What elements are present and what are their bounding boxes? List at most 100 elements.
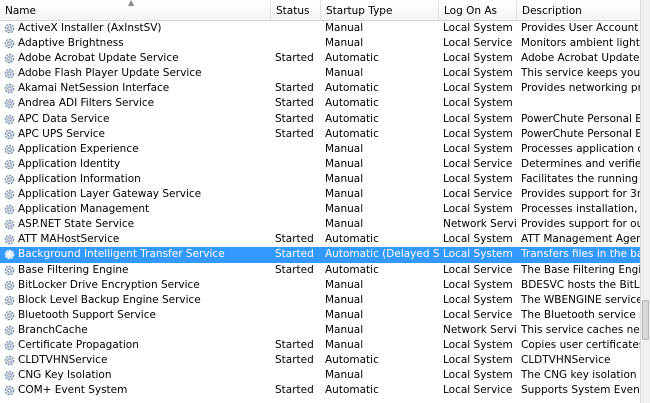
service-row[interactable]: BitLocker Drive Encryption Service Manual… (0, 278, 640, 293)
service-row[interactable]: Application Layer Gateway Service Manual L… (0, 187, 640, 202)
gear-icon (4, 159, 15, 170)
service-status (275, 308, 321, 323)
service-description: Provides support for out-of-pro (521, 218, 640, 231)
scrollbar-thumb[interactable] (642, 300, 649, 340)
service-row[interactable]: Application Management Manual Local System… (0, 202, 640, 217)
service-name: Application Experience (18, 142, 139, 155)
service-startup-type: Manual (325, 369, 364, 382)
service-row[interactable]: CLDTVHNService Started Automatic Local Syst… (0, 353, 640, 368)
service-log-on-as: Network Service (443, 218, 517, 231)
service-row[interactable]: Block Level Backup Engine Service Manual L… (0, 293, 640, 308)
service-name: Block Level Backup Engine Service (18, 293, 201, 306)
service-status (275, 293, 321, 308)
service-log-on-as: Local Service (443, 263, 513, 276)
service-name: Akamai NetSession Interface (18, 82, 170, 95)
service-log-on-as: Local System (443, 233, 513, 246)
service-row[interactable]: APC Data Service Started Automatic Local Sy… (0, 112, 640, 127)
service-log-on-as: Local System (443, 338, 513, 351)
service-row[interactable]: Adaptive Brightness Manual Local Service Mo… (0, 36, 640, 51)
service-startup-type: Automatic (325, 52, 379, 65)
services-list-view[interactable]: Name ▲ Status Startup Type Log On As Des… (0, 0, 640, 403)
vertical-scrollbar[interactable] (640, 0, 650, 403)
service-description: The Bluetooth service supports (521, 308, 640, 321)
service-row[interactable]: Application Identity Manual Local Service D… (0, 157, 640, 172)
service-row[interactable]: Adobe Acrobat Update Service Started Autom… (0, 51, 640, 66)
column-header-description[interactable]: Description (517, 0, 640, 20)
service-name: Andrea ADI Filters Service (18, 97, 155, 110)
service-row[interactable]: Certificate Propagation Started Manual Loca… (0, 338, 640, 353)
service-status (275, 36, 321, 51)
service-startup-type: Automatic (325, 354, 379, 367)
service-name: APC Data Service (18, 112, 110, 125)
service-row[interactable]: ASP.NET State Service Manual Network Servi… (0, 217, 640, 232)
service-status: Started (275, 263, 314, 276)
service-row[interactable]: Background Intelligent Transfer Service S… (0, 247, 640, 263)
service-name: COM+ Event System (18, 384, 128, 397)
service-startup-type: Manual (325, 22, 364, 34)
service-description: Provides support for 3rd party p (521, 188, 640, 201)
service-description: CLDTVHNService (521, 354, 611, 367)
column-header-startup-type[interactable]: Startup Type (321, 0, 439, 20)
service-name: BitLocker Drive Encryption Service (18, 278, 200, 291)
service-startup-type: Manual (325, 293, 364, 306)
service-row[interactable]: Andrea ADI Filters Service Started Automat… (0, 96, 640, 111)
column-header-description-label: Description (522, 5, 582, 17)
service-log-on-as: Local System (443, 112, 513, 125)
service-row[interactable]: Akamai NetSession Interface Started Automa… (0, 81, 640, 96)
service-name: BranchCache (18, 323, 88, 336)
service-name: Adobe Acrobat Update Service (18, 52, 179, 65)
service-description: Copies user certificates and roo (521, 338, 640, 351)
service-status: Started (275, 97, 314, 110)
service-row[interactable]: BranchCache Manual Network Service This ser… (0, 323, 640, 338)
service-row[interactable]: CNG Key Isolation Manual Local System The C… (0, 368, 640, 383)
column-header-log-on-as[interactable]: Log On As (439, 0, 517, 20)
service-row[interactable]: ATT MAHostService Started Automatic Local S… (0, 232, 640, 247)
service-status (275, 368, 321, 383)
column-header-name[interactable]: Name ▲ (0, 0, 271, 20)
service-name: CLDTVHNService (18, 354, 108, 367)
service-startup-type: Manual (325, 338, 364, 351)
service-log-on-as: Network Service (443, 323, 517, 336)
service-name: APC UPS Service (18, 127, 106, 140)
service-description: Provides User Account Control (521, 22, 640, 34)
service-status (275, 187, 321, 202)
service-row[interactable]: Base Filtering Engine Started Automatic Loc… (0, 263, 640, 278)
service-row[interactable]: Adobe Flash Player Update Service Manual L… (0, 66, 640, 81)
gear-icon (4, 99, 15, 109)
gear-icon (4, 250, 15, 260)
service-description: Supports System Event Notificat (521, 384, 640, 397)
gear-icon (4, 129, 15, 139)
service-status (275, 21, 321, 36)
service-name: Adaptive Brightness (18, 37, 124, 50)
service-startup-type: Manual (325, 172, 364, 185)
service-row[interactable]: Application Information Manual Local Syste… (0, 172, 640, 187)
service-log-on-as: Local System (443, 22, 513, 34)
service-log-on-as: Local System (443, 203, 513, 216)
service-row[interactable]: ActiveX Installer (AxInstSV) Manual Local … (0, 21, 640, 36)
gear-icon (4, 219, 15, 230)
service-row[interactable]: APC UPS Service Started Automatic Local Sys… (0, 127, 640, 142)
service-description: Provides networking protocol a (521, 82, 640, 95)
service-status: Started (275, 127, 314, 140)
gear-icon (4, 355, 15, 366)
service-row[interactable]: Bluetooth Support Service Manual Local Ser… (0, 308, 640, 323)
gear-icon (4, 38, 15, 49)
service-startup-type: Automatic (325, 233, 379, 246)
service-name: ActiveX Installer (AxInstSV) (18, 22, 162, 34)
service-description: This service caches network co (521, 323, 640, 336)
gear-icon (4, 53, 15, 64)
service-row[interactable]: Application Experience Manual Local System… (0, 142, 640, 157)
service-log-on-as: Local System (443, 142, 513, 155)
column-header-status-label: Status (276, 5, 310, 17)
service-description: Adobe Acrobat Updater keeps y (521, 52, 640, 65)
service-name: CNG Key Isolation (18, 369, 112, 382)
gear-icon (4, 114, 15, 124)
column-header-startup-type-label: Startup Type (326, 5, 393, 17)
service-name: Application Identity (18, 157, 121, 170)
service-startup-type: Manual (325, 67, 364, 80)
service-status: Started (275, 354, 314, 367)
column-header-name-label: Name (5, 5, 36, 17)
service-name: ASP.NET State Service (18, 218, 135, 231)
column-header-status[interactable]: Status (271, 0, 321, 20)
service-row[interactable]: COM+ Event System Started Automatic Local S… (0, 383, 640, 398)
